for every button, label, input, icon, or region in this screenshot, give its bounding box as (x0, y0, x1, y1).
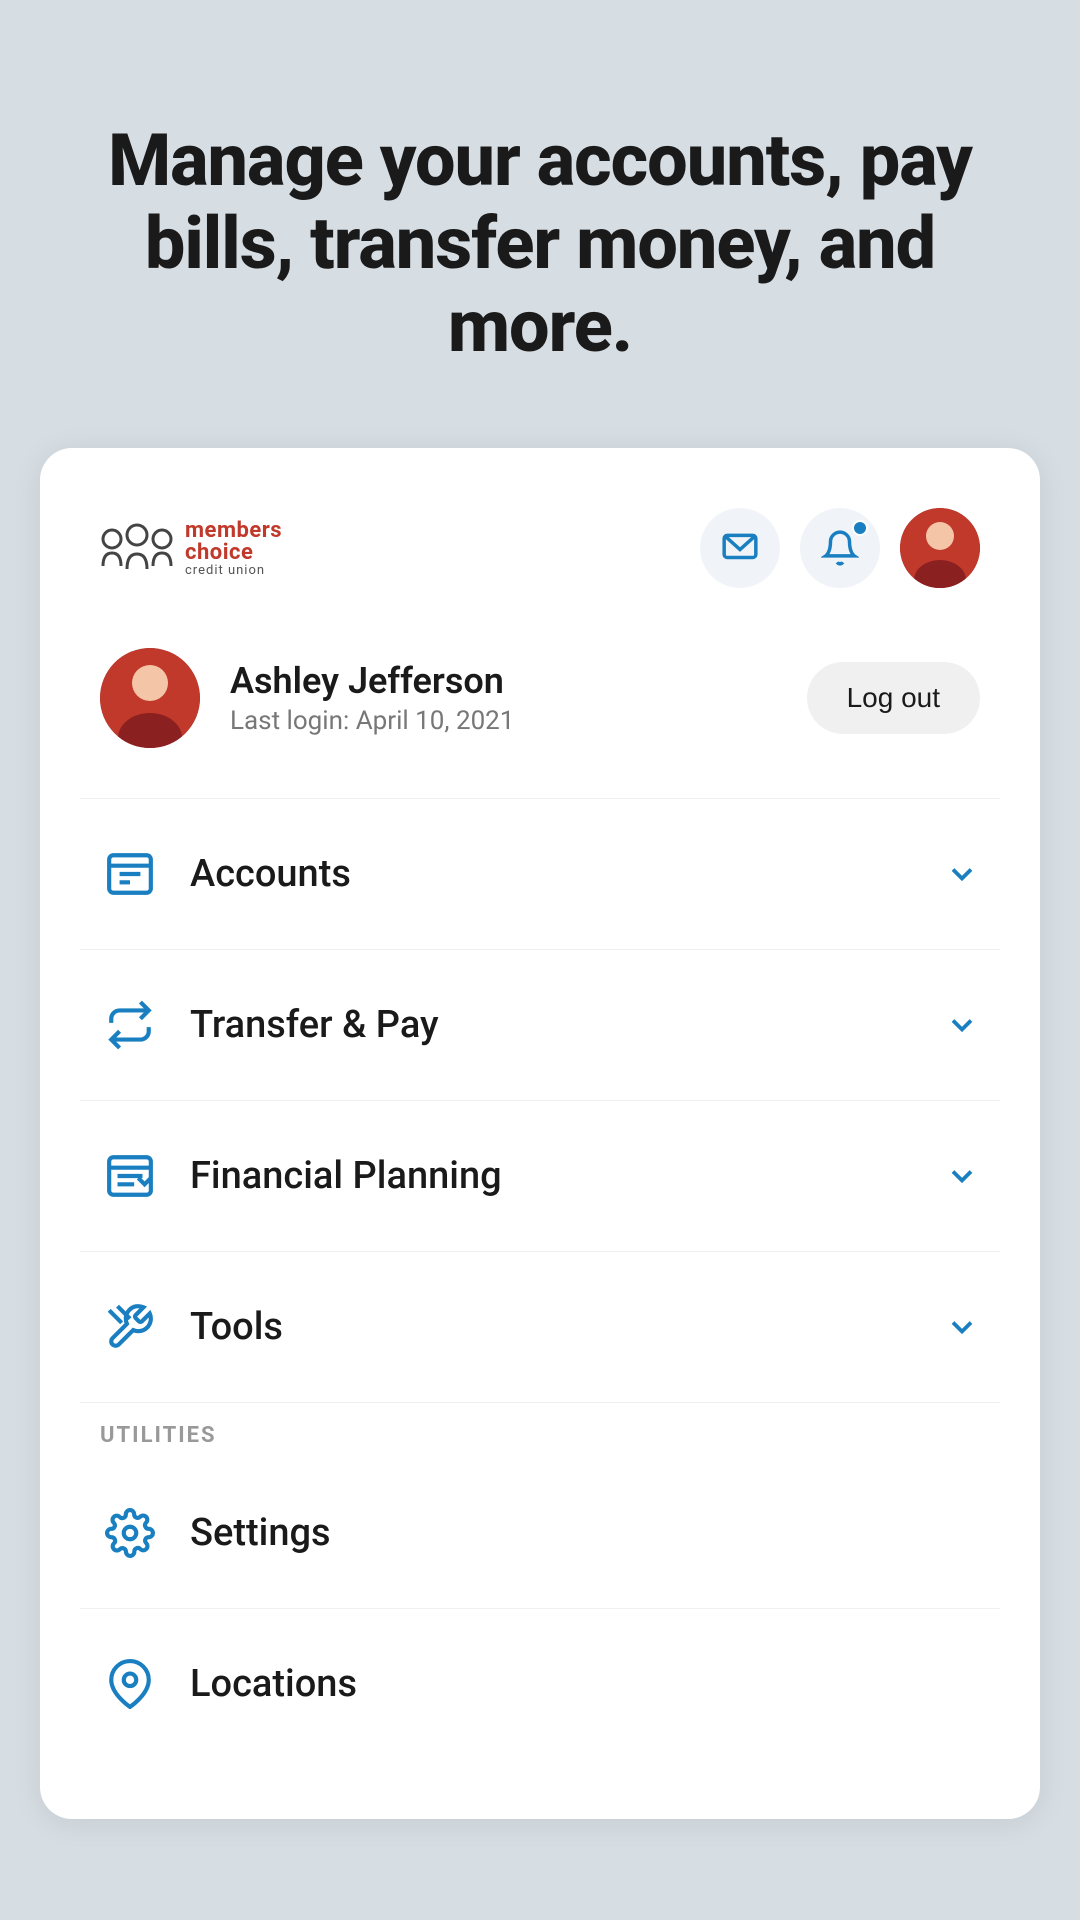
user-details: Ashley Jefferson Last login: April 10, 2… (230, 660, 514, 736)
logo-text: members choice credit union (185, 520, 282, 577)
accounts-label: Accounts (190, 852, 944, 896)
nav-item-financial-planning[interactable]: Financial Planning (40, 1101, 1040, 1251)
financial-planning-icon (100, 1146, 160, 1206)
header-actions (700, 508, 980, 588)
logo-icon (100, 521, 175, 576)
user-avatar-image (100, 648, 200, 748)
user-name: Ashley Jefferson (230, 660, 514, 702)
user-avatar (100, 648, 200, 748)
financial-chevron-icon (944, 1158, 980, 1194)
utilities-label: UTILITIES (40, 1403, 1040, 1458)
user-left: Ashley Jefferson Last login: April 10, 2… (100, 648, 514, 748)
transfer-icon (100, 995, 160, 1055)
accounts-icon (100, 844, 160, 904)
tools-icon (100, 1297, 160, 1357)
nav-item-tools[interactable]: Tools (40, 1252, 1040, 1402)
logout-button[interactable]: Log out (807, 662, 980, 734)
transfer-chevron-icon (944, 1007, 980, 1043)
message-button[interactable] (700, 508, 780, 588)
nav-item-settings[interactable]: Settings (40, 1458, 1040, 1608)
hero-title: Manage your accounts, pay bills, transfe… (60, 120, 1020, 368)
nav-item-transfer-pay[interactable]: Transfer & Pay (40, 950, 1040, 1100)
card-header: members choice credit union (40, 448, 1040, 628)
tools-label: Tools (190, 1305, 944, 1349)
notification-dot (852, 520, 868, 536)
financial-planning-label: Financial Planning (190, 1154, 944, 1198)
settings-label: Settings (190, 1511, 980, 1555)
notification-button[interactable] (800, 508, 880, 588)
message-icon (721, 529, 759, 567)
transfer-pay-label: Transfer & Pay (190, 1003, 944, 1047)
header-avatar[interactable] (900, 508, 980, 588)
user-info-row: Ashley Jefferson Last login: April 10, 2… (40, 628, 1040, 798)
nav-item-accounts[interactable]: Accounts (40, 799, 1040, 949)
logo-members-text: members (185, 520, 282, 542)
user-last-login: Last login: April 10, 2021 (230, 706, 514, 736)
accounts-chevron-icon (944, 856, 980, 892)
logo-choice-text: choice (185, 542, 282, 564)
locations-label: Locations (190, 1662, 980, 1706)
logo-subtitle-text: credit union (185, 564, 282, 577)
hero-section: Manage your accounts, pay bills, transfe… (0, 0, 1080, 448)
settings-icon (100, 1503, 160, 1563)
tools-chevron-icon (944, 1309, 980, 1345)
logo-circles-icon (100, 521, 175, 576)
avatar-image (900, 508, 980, 588)
bell-icon (821, 529, 859, 567)
main-card: members choice credit union (40, 448, 1040, 1819)
logo: members choice credit union (100, 520, 282, 577)
nav-item-locations[interactable]: Locations (40, 1609, 1040, 1759)
locations-icon (100, 1654, 160, 1714)
